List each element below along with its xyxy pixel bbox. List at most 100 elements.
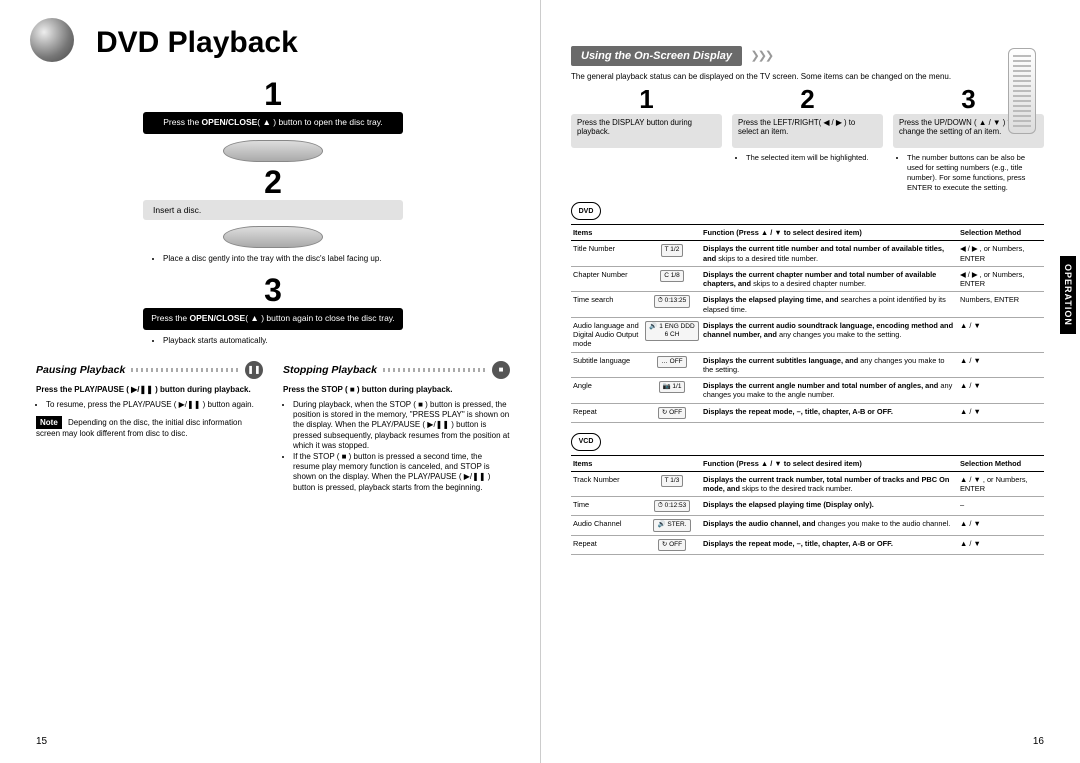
disc-tray-illustration [223,226,323,248]
chevrons-icon: ❯❯❯ [751,49,773,62]
stop-icon: ■ [492,361,510,379]
intro-text: The general playback status can be displ… [571,72,1044,82]
th-selection: Selection Method [958,225,1044,241]
pausing-heading: Pausing Playback [36,364,125,376]
table-row: Time⏱ 0:12:53Displays the elapsed playin… [571,497,1044,516]
pausing-line1: Press the PLAY/PAUSE ( ▶/❚❚ ) button dur… [36,385,251,394]
cell-item: Repeat [571,403,643,422]
cell-icon: 🔊 1 ENG DDD 6 CH [643,317,701,352]
cell-item: Audio Channel [571,516,643,535]
osd-step-2: 2 Press the LEFT/RIGHT( ◀ / ▶ ) to selec… [732,86,883,192]
cell-item: Time search [571,292,643,318]
cell-icon: ⏱ 0:13:25 [643,292,701,318]
step-2-instruction: Insert a disc. [143,200,403,220]
pausing-bullet: To resume, press the PLAY/PAUSE ( ▶/❚❚ )… [46,400,263,410]
cell-icon: ↻ OFF [643,535,701,554]
th-selection: Selection Method [958,455,1044,471]
cell-function: Displays the repeat mode, –, title, chap… [701,535,958,554]
th-function: Function (Press ▲ / ▼ to select desired … [701,455,958,471]
disc-tray-illustration [223,140,323,162]
stopping-bullet-1: During playback, when the STOP ( ■ ) but… [293,400,510,452]
page-title: DVD Playback [96,26,510,60]
section-title: Using the On-Screen Display [571,46,742,66]
step-2-number: 2 [143,166,403,198]
dots-decor [383,368,486,372]
cell-icon: ↻ OFF [643,403,701,422]
table-row: Title NumberT 1/2Displays the current ti… [571,241,1044,267]
cell-selection: – [958,497,1044,516]
cell-selection: ▲ / ▼ [958,317,1044,352]
step-1-instruction: Press the OPEN/CLOSE( ▲ ) button to open… [143,112,403,134]
cell-selection: ◀ / ▶ , or Numbers, ENTER [958,266,1044,292]
sphere-icon [30,18,74,62]
osd-icon: ⏱ 0:13:25 [654,295,691,307]
page-left: DVD Playback 1 Press the OPEN/CLOSE( ▲ )… [0,0,540,763]
cell-selection: ◀ / ▶ , or Numbers, ENTER [958,241,1044,267]
stopping-line1: Press the STOP ( ■ ) button during playb… [283,385,452,394]
note-label: Note [36,416,62,429]
step-text: Press the LEFT/RIGHT( ◀ / ▶ ) to select … [732,114,883,148]
cell-selection: ▲ / ▼ [958,403,1044,422]
cell-icon: ⏱ 0:12:53 [643,497,701,516]
table-row: Subtitle language… OFFDisplays the curre… [571,352,1044,378]
cell-icon: T 1/3 [643,471,701,497]
cell-function: Displays the audio channel, and changes … [701,516,958,535]
step-1-number: 1 [143,78,403,110]
page-number-left: 15 [36,736,47,747]
dvd-badge: DVD [571,202,601,220]
text: Press the [151,313,189,323]
table-row: Audio language and Digital Audio Output … [571,317,1044,352]
note-text: Depending on the disc, the initial disc … [36,418,242,438]
remote-illustration [1008,48,1036,134]
step-bullet: The number buttons can be also be used f… [907,153,1040,192]
dots-decor [131,368,239,372]
table-row: Repeat↻ OFFDisplays the repeat mode, –, … [571,403,1044,422]
cell-function: Displays the current angle number and to… [701,378,958,404]
cell-function: Displays the elapsed playing time (Displ… [701,497,958,516]
play-pause-icon: ❚❚ [245,361,263,379]
operation-tab: OPERATION [1060,256,1076,334]
dvd-table: Items Function (Press ▲ / ▼ to select de… [571,224,1044,422]
cell-item: Title Number [571,241,643,267]
pause-stop-row: Pausing Playback ❚❚ Press the PLAY/PAUSE… [36,361,510,493]
cell-item: Repeat [571,535,643,554]
text: button again to close the disc tray. [264,313,395,323]
text: button to open the disc tray. [276,117,383,127]
cell-selection: ▲ / ▼ [958,352,1044,378]
page-right: Using the On-Screen Display ❯❯❯ The gene… [540,0,1080,763]
cell-icon: … OFF [643,352,701,378]
cell-selection: ▲ / ▼ [958,516,1044,535]
table-row: Audio Channel🔊 STER.Displays the audio c… [571,516,1044,535]
step-num: 2 [732,86,883,112]
cell-selection: Numbers, ENTER [958,292,1044,318]
table-row: Time search ⏱ 0:13:25 Displays the elapsed… [571,292,1044,318]
cell-function: Displays the current track number, total… [701,471,958,497]
step-3-number: 3 [143,274,403,306]
step-3-instruction: Press the OPEN/CLOSE( ▲ ) button again t… [143,308,403,330]
cell-icon: 🔊 STER. [643,516,701,535]
th-blank [643,225,701,241]
cell-selection: ▲ / ▼ , or Numbers, ENTER [958,471,1044,497]
cell-item: Track Number [571,471,643,497]
stopping-heading: Stopping Playback [283,364,377,376]
stopping-bullet-2: If the STOP ( ■ ) button is pressed a se… [293,452,510,494]
cell-item: Angle [571,378,643,404]
step-3-bullet: Playback starts automatically. [163,336,393,346]
text: Press the [163,117,201,127]
cell-item: Time [571,497,643,516]
eject-icon: ( ▲ ) [245,313,264,323]
step-bullet: The selected item will be highlighted. [746,153,879,163]
cell-function: Displays the current audio soundtrack la… [701,317,958,352]
cell-item: Chapter Number [571,266,643,292]
osd-step-1: 1 Press the DISPLAY button during playba… [571,86,722,192]
cell-function: Displays the current subtitles language,… [701,352,958,378]
eject-icon: ( ▲ ) [257,117,276,127]
vcd-table: Items Function (Press ▲ / ▼ to select de… [571,455,1044,555]
cell-function: Displays the elapsed playing time, and s… [701,292,958,318]
pausing-column: Pausing Playback ❚❚ Press the PLAY/PAUSE… [36,361,263,493]
step-text: Press the DISPLAY button during playback… [571,114,722,148]
osd-icon: 🔊 1 ENG DDD 6 CH [645,321,699,341]
cell-icon: T 1/2 [643,241,701,267]
osd-icon: … OFF [657,356,686,368]
cell-function: Displays the current chapter number and … [701,266,958,292]
